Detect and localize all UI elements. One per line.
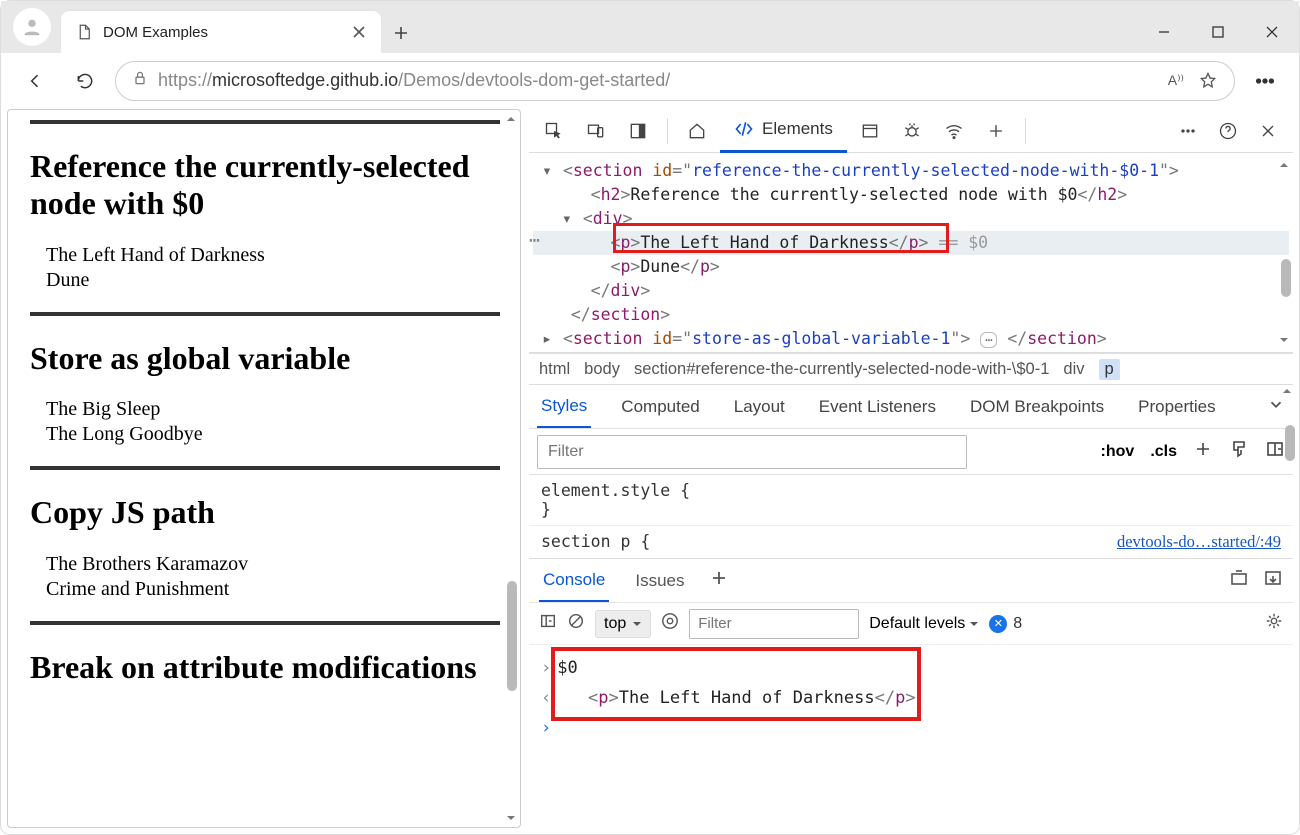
list-item: The Long Goodbye (46, 423, 500, 446)
bug-icon[interactable] (893, 113, 931, 149)
clear-console-icon[interactable] (567, 612, 585, 635)
favorite-icon[interactable] (1198, 71, 1218, 91)
list-item: The Big Sleep (46, 398, 500, 421)
url-text: https://microsoftedge.github.io/Demos/de… (158, 70, 670, 91)
styles-tab-layout[interactable]: Layout (730, 387, 789, 427)
issues-count[interactable]: ✕8 (989, 615, 1022, 633)
console-settings-icon[interactable] (1265, 612, 1283, 635)
drawer-tab-console[interactable]: Console (539, 560, 609, 602)
log-levels-select[interactable]: Default levels (869, 615, 979, 633)
dom-tree-scrollbar[interactable] (1277, 159, 1291, 346)
add-panel-icon[interactable] (977, 113, 1015, 149)
styles-tab-properties[interactable]: Properties (1134, 387, 1219, 427)
page-icon (75, 23, 93, 41)
styles-subpanel-tabs: Styles Computed Layout Event Listeners DOM B… (529, 385, 1293, 429)
help-icon[interactable] (1209, 113, 1247, 149)
browser-toolbar: https://microsoftedge.github.io/Demos/de… (1, 53, 1299, 109)
console-filter-input[interactable] (689, 609, 859, 639)
styles-tab-computed[interactable]: Computed (617, 387, 703, 427)
page-content[interactable]: Reference the currently-selected node wi… (8, 110, 520, 827)
page-scroll-thumb[interactable] (507, 581, 517, 691)
list-item: The Brothers Karamazov (46, 553, 500, 576)
browser-menu-button[interactable] (1245, 61, 1285, 101)
address-bar[interactable]: https://microsoftedge.github.io/Demos/de… (115, 61, 1235, 101)
browser-tab[interactable]: DOM Examples (61, 11, 381, 53)
hov-toggle[interactable]: :hov (1101, 443, 1135, 461)
breadcrumb-item[interactable]: html (539, 360, 570, 379)
page-section: Store as global variable The Big SleepThe… (30, 312, 500, 467)
drawer-dock-icon[interactable] (1263, 568, 1283, 593)
rule-source-link[interactable]: devtools-do…started/:49 (1117, 532, 1281, 552)
breadcrumb-item[interactable]: body (584, 360, 620, 379)
paint-icon[interactable] (1229, 439, 1249, 464)
console-output[interactable]: ›$0 ‹ <p>The Left Hand of Darkness</p> › (529, 645, 1293, 751)
page-section: Copy JS path The Brothers KaramazovCrime … (30, 466, 500, 621)
welcome-tab-icon[interactable] (678, 113, 716, 149)
page-section: Break on attribute modifications (30, 621, 500, 726)
styles-filter-row: :hov .cls (529, 429, 1293, 475)
drawer-tab-issues[interactable]: Issues (631, 561, 688, 601)
maximize-button[interactable] (1191, 11, 1245, 53)
profile-avatar[interactable] (13, 8, 51, 46)
dock-side-icon[interactable] (619, 113, 657, 149)
section-heading: Store as global variable (30, 340, 500, 377)
page-viewport: Reference the currently-selected node wi… (7, 109, 521, 828)
styles-filter-input[interactable] (537, 435, 967, 469)
drawer-expand-icon[interactable] (1229, 568, 1249, 593)
device-emulation-icon[interactable] (577, 113, 615, 149)
list-item: The Left Hand of Darkness (46, 244, 500, 267)
console-sidebar-toggle-icon[interactable] (539, 612, 557, 635)
new-tab-button[interactable] (381, 13, 421, 53)
selected-dom-node[interactable]: <p>The Left Hand of Darkness</p> == $0 (533, 231, 1289, 255)
new-style-rule-icon[interactable] (1193, 439, 1213, 464)
selected-node-gutter-icon[interactable]: ⋯ (529, 230, 541, 251)
page-section: Reference the currently-selected node wi… (30, 120, 500, 312)
console-toolbar: top Default levels ✕8 (529, 603, 1293, 645)
styles-tab-styles[interactable]: Styles (537, 386, 591, 428)
minimize-button[interactable] (1137, 11, 1191, 53)
list-item: Dune (46, 269, 500, 292)
breadcrumb-item[interactable]: section#reference-the-currently-selected… (634, 360, 1049, 379)
tab-title: DOM Examples (103, 24, 341, 41)
back-button[interactable] (15, 61, 55, 101)
drawer-tabs: Console Issues (529, 559, 1293, 603)
section-heading: Reference the currently-selected node wi… (30, 148, 500, 222)
lock-icon (132, 70, 148, 91)
titlebar: DOM Examples (1, 1, 1299, 53)
window-controls (1137, 11, 1299, 53)
dom-tree[interactable]: ⋯ ▾ <section id="reference-the-currently… (529, 153, 1293, 353)
close-devtools-icon[interactable] (1249, 113, 1287, 149)
devtools-drawer: ConsoleIssues top Default levels ✕8 ›$0 (529, 558, 1293, 751)
read-aloud-icon[interactable]: A⁾⁾ (1168, 72, 1184, 89)
network-conditions-icon[interactable] (935, 113, 973, 149)
section-heading: Break on attribute modifications (30, 649, 500, 686)
console-context-select[interactable]: top (595, 610, 651, 638)
devtools-menu-icon[interactable] (1169, 113, 1207, 149)
devtools-toolbar: Elements (529, 109, 1293, 153)
cls-toggle[interactable]: .cls (1150, 443, 1177, 461)
styles-tab-event-listeners[interactable]: Event Listeners (815, 387, 940, 427)
styles-scrollbar[interactable] (1279, 385, 1295, 505)
close-tab-icon[interactable] (351, 24, 367, 40)
refresh-button[interactable] (65, 61, 105, 101)
live-expression-icon[interactable] (661, 612, 679, 635)
drawer-add-tab-icon[interactable] (711, 570, 727, 591)
elements-tab[interactable]: Elements (720, 109, 847, 153)
devtools-panel: Elements ⋯ ▾ <section id="reference-the-… (529, 109, 1293, 828)
styles-tab-dom-breakpoints[interactable]: DOM Breakpoints (966, 387, 1108, 427)
element-style-rule[interactable]: element.style { } (529, 475, 1293, 526)
page-scrollbar[interactable] (503, 111, 519, 826)
breadcrumb-item[interactable]: p (1099, 359, 1120, 380)
list-item: Crime and Punishment (46, 578, 500, 601)
section-p-rule[interactable]: devtools-do…started/:49 section p { (529, 526, 1293, 558)
sources-tab-icon[interactable] (851, 113, 889, 149)
section-heading: Copy JS path (30, 494, 500, 531)
close-window-button[interactable] (1245, 11, 1299, 53)
inspect-element-icon[interactable] (535, 113, 573, 149)
breadcrumb-item[interactable]: div (1063, 360, 1084, 379)
dom-breadcrumb[interactable]: html body section#reference-the-currently-… (529, 353, 1293, 385)
